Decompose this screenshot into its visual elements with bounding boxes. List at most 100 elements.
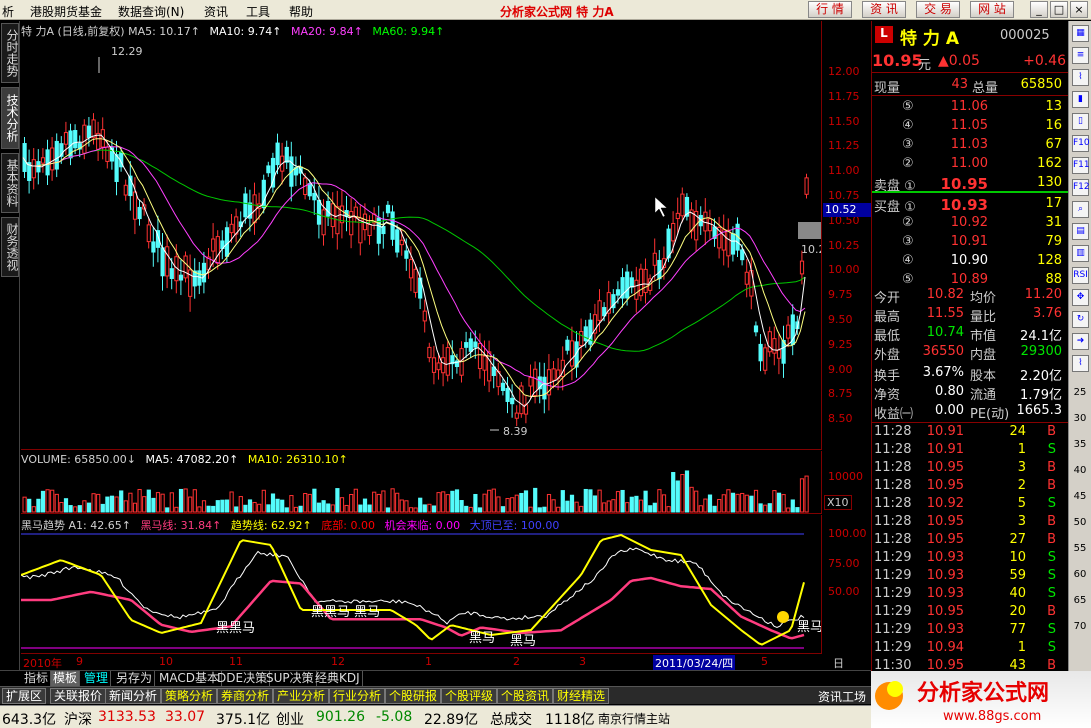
tab-sector[interactable]: 行业分析 — [329, 688, 386, 704]
tab-related-quotes[interactable]: 关联报价 — [50, 688, 107, 704]
list-icon[interactable]: ≡ — [1072, 47, 1089, 64]
price-chart-panel[interactable]: 特 力A (日线,前复权) MA5: 10.17↑ MA10: 9.74↑ MA… — [21, 21, 821, 450]
bid-price[interactable]: 10.90 — [951, 253, 988, 268]
chart-icon[interactable]: ⌇ — [1072, 69, 1089, 86]
tab-stock-news[interactable]: 个股资讯 — [497, 688, 554, 704]
trade-time: 11:28 — [874, 424, 912, 439]
move-icon[interactable]: ✥ — [1072, 289, 1089, 306]
heima-label-5: 黑马 — [797, 620, 821, 635]
minimize-button[interactable]: _ — [1030, 1, 1048, 18]
trade-price: 10.95 — [926, 604, 964, 619]
now-volume: 43 — [951, 77, 968, 92]
indicator-panel[interactable]: 黑马趋势 A1: 42.65↑ 黑马线: 31.84↑ 趋势线: 62.92↑ … — [21, 515, 821, 654]
tab-template[interactable]: 模板 — [51, 671, 81, 687]
tab-indicator[interactable]: 指标 — [22, 671, 52, 687]
tab-broker[interactable]: 券商分析 — [217, 688, 274, 704]
tab-news-analysis[interactable]: 新闻分析 — [105, 688, 162, 704]
grid-icon[interactable]: ▦ — [1072, 25, 1089, 42]
chart-icon[interactable]: ⌇ — [1072, 355, 1089, 372]
bid-level-label: 买盘 ① — [874, 200, 916, 215]
quotes-button[interactable]: 行 情 — [808, 1, 852, 18]
bid-price[interactable]: 10.89 — [951, 272, 988, 287]
tab-intraday[interactable]: 分时走势 — [1, 23, 19, 83]
bid-price[interactable]: 10.93 — [941, 196, 988, 214]
tab-save-as[interactable]: 另存为 — [114, 671, 156, 687]
tab-sup[interactable]: SUP决策 — [264, 671, 317, 687]
rsi-icon[interactable]: RSI — [1072, 267, 1089, 284]
trade-volume: 10 — [1009, 550, 1026, 565]
bid-volume: 31 — [1045, 215, 1062, 230]
arrow-icon[interactable]: ➜ — [1072, 333, 1089, 350]
table-icon[interactable]: ▤ — [1072, 223, 1089, 240]
stat-label: PE(动) — [970, 407, 1010, 422]
tab-fundamentals[interactable]: 基本资料 — [1, 153, 19, 213]
menu-bar: 析 港股期货基金 数据查询(N) 资讯 工具 帮助 分析家公式网 特 力A 行 … — [0, 0, 1091, 20]
tab-manage[interactable]: 管理 — [82, 671, 112, 687]
ask-price[interactable]: 11.06 — [951, 99, 988, 114]
ask-volume: 67 — [1045, 137, 1062, 152]
tab-dde[interactable]: DDE决策 — [215, 671, 271, 687]
bid-price[interactable]: 10.92 — [951, 215, 988, 230]
menu-data-query[interactable]: 数据查询(N) — [118, 3, 184, 20]
left-tabs: 分时走势 技术分析 基本资料 财务透视 — [0, 21, 20, 671]
trade-volume: 40 — [1009, 586, 1026, 601]
index-name: 创业 — [276, 712, 304, 728]
f11-icon[interactable]: F11 — [1072, 157, 1090, 174]
news-button[interactable]: 资 讯 — [862, 1, 906, 18]
refresh-icon[interactable]: ↻ — [1072, 311, 1089, 328]
menu-hk-futures[interactable]: 港股期货基金 — [30, 3, 102, 20]
website-button[interactable]: 网 站 — [970, 1, 1014, 18]
trade-button[interactable]: 交 易 — [916, 1, 960, 18]
tab-macd[interactable]: MACD基本 — [157, 671, 222, 687]
side-number: 50 — [1073, 517, 1087, 528]
menu-news[interactable]: 资讯 — [204, 3, 228, 20]
info-workshop-button[interactable]: 资讯工场 — [818, 688, 866, 705]
close-button[interactable]: × — [1070, 1, 1088, 18]
ask-price[interactable]: 11.03 — [951, 137, 988, 152]
tab-extension[interactable]: 扩展区 — [2, 688, 47, 704]
candles-icon[interactable]: ▯ — [1072, 113, 1089, 130]
trade-time: 11:28 — [874, 478, 912, 493]
f12-icon[interactable]: F12 — [1072, 179, 1090, 196]
server-station[interactable]: 南京行情主站 — [598, 710, 670, 727]
tab-strategy[interactable]: 策略分析 — [161, 688, 218, 704]
trade-time: 11:28 — [874, 532, 912, 547]
tab-finance-picks[interactable]: 财经精选 — [553, 688, 610, 704]
now-volume-label: 现量 — [874, 81, 901, 96]
price-tick: 11.00 — [828, 164, 860, 178]
tab-kdj[interactable]: 经典KDJ — [313, 671, 363, 687]
menu-analysis[interactable]: 析 — [2, 3, 14, 20]
trade-side: B — [1047, 460, 1056, 475]
bid-level-label: ④ — [902, 253, 914, 268]
bid-volume: 79 — [1045, 234, 1062, 249]
menu-help[interactable]: 帮助 — [289, 3, 313, 20]
tab-financials[interactable]: 财务透视 — [1, 217, 19, 277]
heima-label-4: 黑马 — [510, 634, 536, 649]
bars-icon[interactable]: ▮ — [1072, 91, 1089, 108]
tab-rating[interactable]: 个股评级 — [441, 688, 498, 704]
tab-industry-chain[interactable]: 产业分析 — [273, 688, 330, 704]
bid-price[interactable]: 10.91 — [951, 234, 988, 249]
index-value: 901.26 — [316, 709, 365, 725]
trade-volume: 3 — [1017, 460, 1026, 475]
volume-panel[interactable]: VOLUME: 65850.00↓ MA5: 47082.20↑ MA10: 2… — [21, 451, 821, 514]
tab-research[interactable]: 个股研报 — [385, 688, 442, 704]
price-change: ▲0.05 — [938, 53, 980, 69]
vol-icon[interactable]: ▥ — [1072, 245, 1089, 262]
margin-badge: L — [875, 26, 893, 43]
zoom-icon[interactable]: ⌕ — [1072, 201, 1089, 218]
menu-tools[interactable]: 工具 — [246, 3, 270, 20]
index-change: 33.07 — [165, 709, 206, 725]
ind-tick-50: 50.00 — [828, 585, 860, 598]
ask-price[interactable]: 11.00 — [951, 156, 988, 171]
ask-price[interactable]: 11.05 — [951, 118, 988, 133]
tab-technical[interactable]: 技术分析 — [1, 87, 19, 149]
trade-volume: 5 — [1017, 496, 1026, 511]
price-tick: 11.25 — [828, 139, 860, 153]
trade-time: 11:29 — [874, 568, 912, 583]
maximize-button[interactable]: □ — [1050, 1, 1068, 18]
indicator-chart: 黑黑马 黑黑马 黑马 黑马 黑马 黑马 — [21, 533, 821, 649]
ind-tick-75: 75.00 — [828, 557, 860, 570]
f10-icon[interactable]: F10 — [1072, 135, 1090, 152]
stat-label: 换手 — [874, 369, 901, 384]
